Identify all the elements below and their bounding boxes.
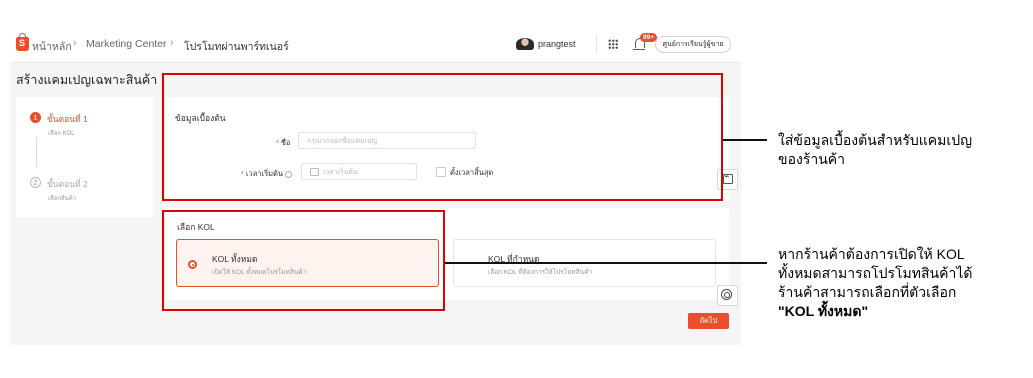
- kol-option-specific-title: KOL ที่กำหนด: [488, 254, 540, 264]
- apps-grid-icon[interactable]: [608, 39, 618, 49]
- step-1-subtitle: เลือก KOL: [48, 131, 75, 137]
- step-1-number: 1: [30, 112, 41, 123]
- annotation-connector-1: [723, 139, 767, 141]
- kol-option-specific-desc: เลือก KOL ที่ต้องการให้โปรโมทสินค้า: [488, 269, 593, 276]
- next-button[interactable]: ถัดไป: [688, 313, 729, 329]
- chat-float-button[interactable]: [717, 285, 738, 306]
- username[interactable]: prangtest: [538, 39, 576, 49]
- chat-icon: [721, 289, 732, 300]
- highlight-basic-info: [162, 73, 723, 201]
- page-title: สร้างแคมเปญเฉพาะสินค้า: [16, 73, 158, 87]
- seller-learning-center-button[interactable]: ศูนย์การเรียนรู้ผู้ขาย: [655, 36, 731, 53]
- highlight-kol-all: [162, 210, 445, 311]
- top-bar: S หน้าหลัก › Marketing Center › โปรโมทผ่…: [10, 27, 741, 63]
- chevron-right-icon: ›: [170, 37, 174, 49]
- avatar[interactable]: [516, 38, 534, 50]
- step-2-subtitle: เลือกสินค้า: [48, 196, 77, 202]
- step-1-title: ขั้นตอนที่ 1: [47, 114, 88, 124]
- divider: [596, 35, 597, 53]
- annotation-note-2: หากร้านค้าต้องการเปิดให้ KOL ทั้งหมดสามา…: [778, 246, 973, 319]
- pulse-icon: [723, 171, 733, 184]
- notification-badge: 99+: [640, 33, 658, 42]
- step-2-number: 2: [30, 177, 41, 188]
- annotation-connector-2: [445, 262, 767, 264]
- breadcrumb-home[interactable]: หน้าหลัก: [32, 38, 72, 55]
- step-connector: [36, 137, 37, 167]
- breadcrumb-marketing-center[interactable]: Marketing Center: [86, 38, 167, 50]
- chevron-right-icon: ›: [73, 37, 77, 49]
- breadcrumb-current: โปรโมทผ่านพาร์ทเนอร์: [184, 41, 289, 53]
- step-2-title: ขั้นตอนที่ 2: [47, 179, 88, 189]
- annotation-note-1: ใส่ข้อมูลเบื้องต้นสำหรับแคมเปญ ของร้านค้…: [778, 132, 973, 167]
- shopee-logo-icon[interactable]: S: [16, 33, 29, 51]
